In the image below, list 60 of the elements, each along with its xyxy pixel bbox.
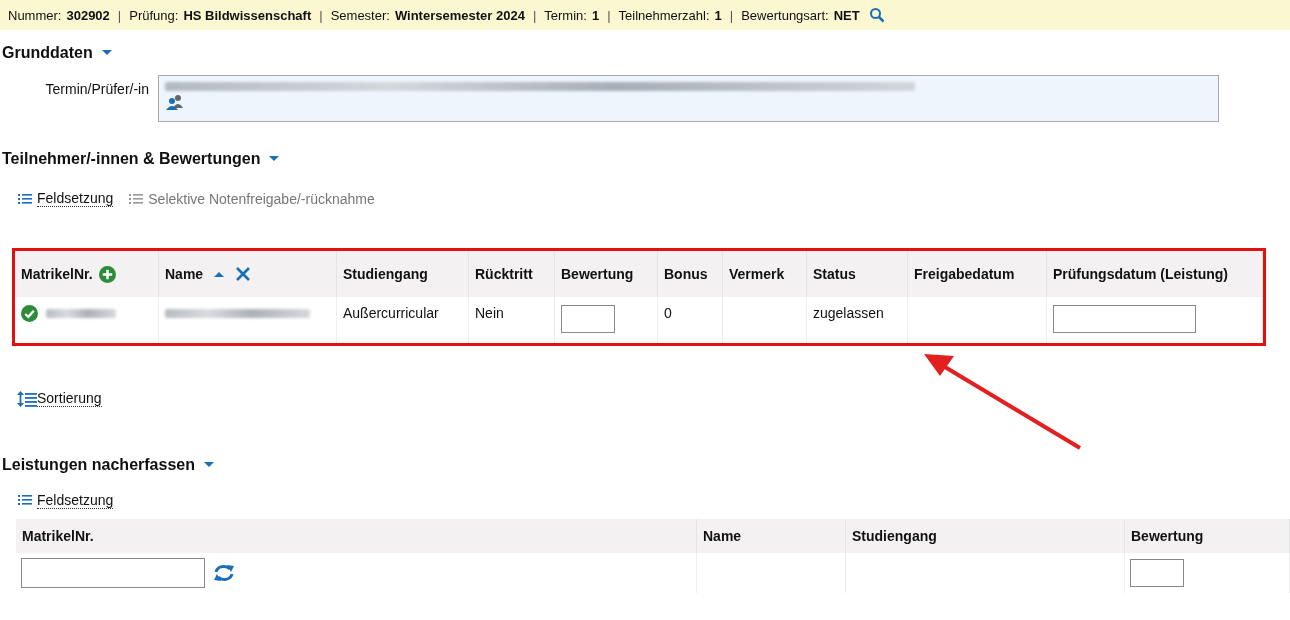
info-label: Nummer: xyxy=(8,7,62,23)
info-label: Teilnehmerzahl: xyxy=(618,7,710,23)
sort-ascending-icon[interactable] xyxy=(213,270,226,278)
column-label: Bewertung xyxy=(1131,527,1204,544)
info-value: 1 xyxy=(714,7,722,23)
column-label[interactable]: Bonus xyxy=(664,266,708,282)
column-label[interactable]: Freigabedatum xyxy=(914,266,1015,282)
search-icon[interactable] xyxy=(868,7,885,23)
column-label[interactable]: Name xyxy=(165,266,204,282)
add-icon[interactable] xyxy=(98,265,116,283)
column-label[interactable]: Bewertung xyxy=(561,266,634,282)
column-label[interactable]: Studiengang xyxy=(343,266,428,282)
refresh-icon[interactable] xyxy=(213,562,235,583)
date-input[interactable] xyxy=(1053,305,1196,333)
column-label[interactable]: MatrikelNr. xyxy=(21,266,93,282)
grade-input[interactable] xyxy=(561,305,615,333)
column-label: Studiengang xyxy=(852,527,937,544)
column-label[interactable]: Vermerk xyxy=(729,266,785,282)
matrikel-input[interactable] xyxy=(21,557,205,588)
separator: | xyxy=(532,7,537,23)
section-title: Teilnehmer/-innen & Bewertungen xyxy=(2,150,261,168)
section-title: Grunddaten xyxy=(2,44,93,62)
toolbar-link[interactable]: Feldsetzung xyxy=(18,190,114,207)
column-label[interactable]: Prüfungsdatum (Leistung) xyxy=(1053,266,1228,282)
list-icon xyxy=(18,494,32,506)
caret-icon[interactable] xyxy=(268,155,281,163)
info-label: Bewertungsart: xyxy=(741,7,829,23)
list-icon xyxy=(18,192,32,205)
info-label: Termin: xyxy=(544,7,587,23)
info-value: 302902 xyxy=(66,7,110,23)
sort-list-icon xyxy=(17,390,37,407)
separator: | xyxy=(319,7,323,23)
info-value: HS Bildwissenschaft xyxy=(183,7,312,23)
cell-text: Außercurricular xyxy=(343,305,439,321)
cell-text: Nein xyxy=(475,305,504,321)
field-label: Termin/Prüfer/-in xyxy=(44,80,150,97)
info-label: Prüfung: xyxy=(129,7,179,23)
separator: | xyxy=(607,7,611,23)
column-label: Name xyxy=(703,527,742,544)
people-icon xyxy=(165,94,185,110)
close-icon[interactable] xyxy=(235,266,252,282)
info-value: NET xyxy=(833,7,860,23)
column-label: MatrikelNr. xyxy=(22,527,94,544)
info-label: Semester: xyxy=(330,7,390,23)
info-value: 1 xyxy=(591,7,600,23)
separator: | xyxy=(117,7,122,23)
grade-input[interactable] xyxy=(1130,558,1184,587)
list-icon xyxy=(129,192,144,205)
cell-text: 0 xyxy=(664,305,672,321)
section-title: Leistungen nacherfassen xyxy=(2,455,195,474)
redacted-text xyxy=(46,309,116,318)
sort-link[interactable]: Sortierung xyxy=(17,390,102,407)
info-value: Wintersemester 2024 xyxy=(394,7,525,23)
toolbar-link[interactable]: Feldsetzung xyxy=(18,491,114,509)
caret-icon[interactable] xyxy=(202,460,215,469)
caret-icon[interactable] xyxy=(100,49,113,57)
column-label[interactable]: Status xyxy=(813,266,856,282)
cell-text: zugelassen xyxy=(813,305,884,321)
column-label[interactable]: Rücktritt xyxy=(475,266,533,282)
separator: | xyxy=(729,7,734,23)
